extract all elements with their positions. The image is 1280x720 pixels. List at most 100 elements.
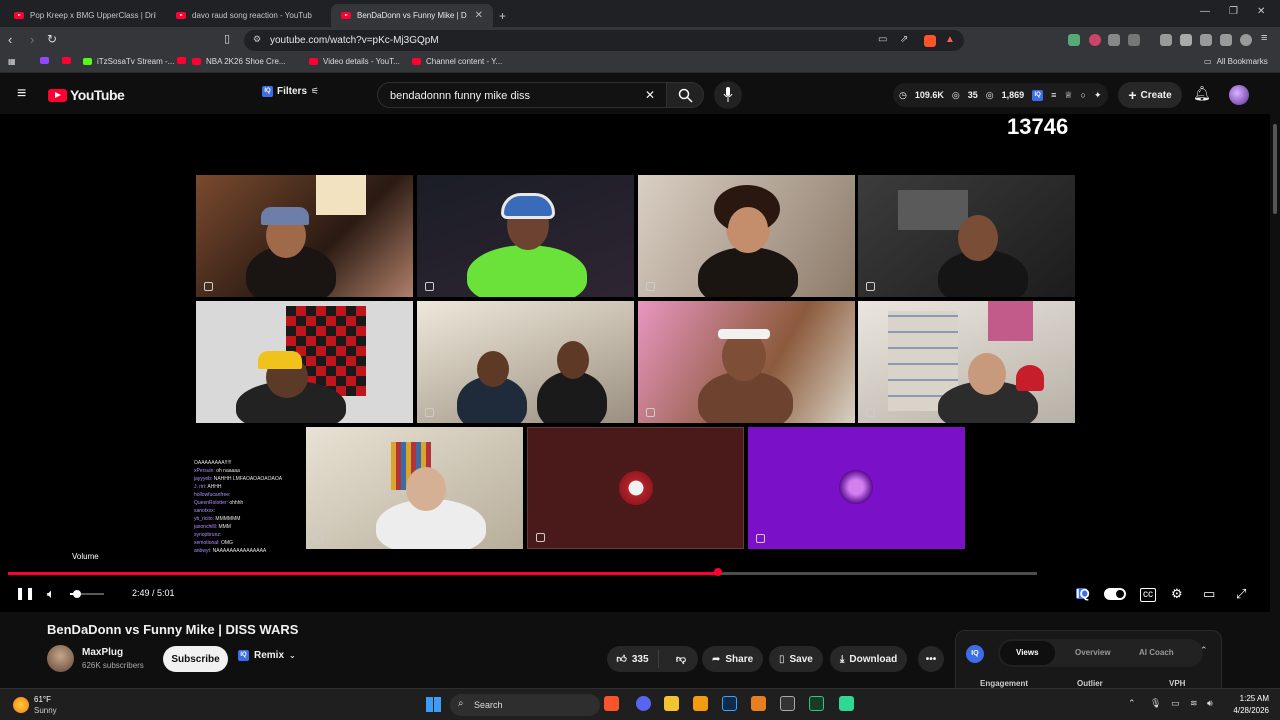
fullscreen-icon[interactable]: ⤢ [1236, 586, 1246, 602]
apps-grid-icon[interactable]: ▦ [8, 57, 16, 66]
browser-tab-1[interactable]: Pop Kreep x BMG UpperClass | Drill M [4, 4, 166, 27]
photoshop-icon[interactable] [722, 696, 737, 711]
app-taskbar-icon[interactable] [751, 696, 766, 711]
menu-icon[interactable]: ≡ [1261, 32, 1267, 44]
volume-slider[interactable] [70, 590, 104, 598]
taskbar-search[interactable]: ⌕ Search [450, 694, 600, 716]
page-scrollbar[interactable] [1270, 114, 1280, 688]
wallet-icon[interactable] [1200, 34, 1212, 46]
app-taskbar-icon[interactable] [780, 696, 795, 711]
all-bookmarks[interactable]: ▭ All Bookmarks [1204, 57, 1268, 66]
notifications-bell-icon[interactable]: 🔔︎ [1193, 85, 1211, 102]
youtube-logo[interactable]: YouTube [48, 87, 125, 103]
browser-tab-active[interactable]: BenDaDonn vs Funny Mike | D ✕ [331, 4, 493, 27]
extension-icon[interactable] [1089, 34, 1101, 46]
remix-button[interactable]: IQ Remix ⌄ [238, 650, 296, 661]
app-taskbar-icon[interactable] [693, 696, 708, 711]
hamburger-menu-icon[interactable]: ≡ [17, 85, 26, 103]
sidebar-icon[interactable] [1180, 34, 1192, 46]
browser-tab-2[interactable]: davo raud song reaction - YouTub [166, 4, 331, 27]
autoplay-toggle[interactable] [1104, 588, 1126, 600]
extension-icon[interactable] [1068, 34, 1080, 46]
brave-taskbar-icon[interactable] [604, 696, 619, 711]
bookmark-item[interactable]: Channel content - Y... [412, 57, 502, 66]
create-button[interactable]: + Create [1118, 82, 1182, 108]
reload-icon[interactable]: ↻ [47, 32, 57, 46]
downloads-icon[interactable] [1220, 34, 1232, 46]
youtube-favicon-icon [14, 12, 24, 19]
youtube-bookmark-icon[interactable] [62, 57, 71, 64]
bookmark-page-icon[interactable]: ▯ [224, 32, 230, 45]
share-button[interactable]: ➦ Share [702, 646, 764, 672]
share-page-icon[interactable]: ⇗ [900, 34, 908, 45]
vidiq-player-icon[interactable]: IQ [1076, 587, 1090, 600]
media-controls-icon[interactable] [1160, 34, 1172, 46]
minimize-icon[interactable]: — [1200, 6, 1210, 17]
more-actions-button[interactable]: ••• [918, 646, 944, 672]
windows-start-icon[interactable] [426, 697, 441, 712]
account-avatar[interactable] [1229, 85, 1249, 105]
tab-ai-coach[interactable]: AI Coach [1139, 648, 1174, 657]
close-window-icon[interactable]: ✕ [1257, 6, 1265, 17]
weather-temperature[interactable]: 61°F [34, 695, 51, 704]
bookmark-item[interactable]: Video details - YouT... [309, 57, 400, 66]
weather-description[interactable]: Sunny [34, 706, 57, 715]
twitch-bookmark-icon[interactable] [40, 57, 49, 64]
clear-search-icon[interactable]: ✕ [645, 88, 655, 102]
like-button[interactable]: 👍︎ 335 [607, 650, 659, 668]
captions-icon[interactable]: cc [1140, 588, 1156, 602]
tray-chevron-icon[interactable]: ⌃ [1128, 698, 1136, 709]
subscribe-button[interactable]: Subscribe [163, 646, 228, 672]
extensions-puzzle-icon[interactable] [1108, 34, 1120, 46]
weather-sun-icon[interactable] [13, 697, 29, 713]
forward-icon[interactable]: › [30, 32, 34, 47]
clock-time[interactable]: 1:25 AM [1235, 694, 1269, 703]
app-taskbar-icon[interactable] [809, 696, 824, 711]
extension-icon[interactable] [1128, 34, 1140, 46]
filters-button[interactable]: IQ Filters ⚟ [262, 86, 319, 97]
progress-scrubber[interactable] [714, 568, 722, 576]
vidiq-stats-bar[interactable]: ◷ 109.6K ◎ 35 ◎ 1,869 IQ ≡ ♕ ○ ✦ [893, 83, 1108, 107]
site-info-icon[interactable]: ⚙ [253, 34, 261, 45]
brave-shield-icon[interactable] [924, 35, 936, 47]
back-icon[interactable]: ‹ [8, 32, 12, 47]
new-tab-button[interactable]: + [495, 4, 515, 27]
search-button[interactable] [666, 82, 704, 108]
cast-icon[interactable]: ▭ [878, 34, 887, 45]
maximize-icon[interactable]: ❐ [1229, 6, 1238, 17]
brave-rewards-icon[interactable]: ▲ [945, 34, 955, 45]
search-input[interactable]: bendadonnn funny mike diss ✕ [377, 82, 667, 108]
discord-taskbar-icon[interactable] [636, 696, 651, 711]
volume-knob[interactable] [73, 590, 82, 598]
save-button[interactable]: ▯ Save [769, 646, 823, 672]
channel-name[interactable]: MaxPlug [82, 647, 123, 658]
file-explorer-icon[interactable] [664, 696, 679, 711]
network-icon[interactable]: ▭ [1171, 698, 1180, 709]
vpn-icon[interactable] [1240, 34, 1252, 46]
scrollbar-thumb[interactable] [1273, 124, 1277, 214]
address-bar[interactable]: ⚙ youtube.com/watch?v=pKc-Mj3GQpM ▭ ⇗ ▲ [244, 30, 964, 51]
bookmark-item[interactable]: iTzSosaTv Stream -... [83, 57, 174, 66]
collapse-icon[interactable]: ⌃ [1200, 645, 1208, 656]
app-taskbar-icon[interactable] [839, 696, 854, 711]
tab-overview[interactable]: Overview [1075, 648, 1111, 657]
microphone-tray-icon[interactable]: 🎙︎ [1150, 698, 1161, 709]
tab-views[interactable]: Views [1000, 641, 1055, 665]
bookmark-item[interactable]: NBA 2K26 Shoe Cre... [192, 57, 286, 66]
close-tab-icon[interactable]: ✕ [475, 10, 483, 21]
pause-icon[interactable]: ❚❚ [15, 586, 35, 600]
video-player[interactable]: 13746 OAAAAAAAA!!!!! xPersuin: oh naaaaa… [0, 114, 1270, 612]
wifi-icon[interactable]: ≋ [1190, 698, 1198, 709]
volume-icon[interactable]: 🔈︎ [47, 586, 55, 602]
dislike-button[interactable]: 👎︎ [664, 653, 698, 665]
settings-gear-icon[interactable]: ⚙ [1171, 586, 1183, 602]
youtube-bookmark-icon[interactable] [177, 57, 186, 64]
speaker-tray-icon[interactable]: 🔊︎ [1207, 698, 1213, 709]
clock-date[interactable]: 4/28/2026 [1225, 706, 1269, 715]
chat-message: xPersuin: oh naaaaa [194, 468, 240, 474]
channel-avatar[interactable] [47, 645, 74, 672]
download-button[interactable]: ⤓ Download [830, 646, 908, 672]
voice-search-button[interactable] [714, 81, 742, 109]
progress-bar[interactable] [8, 568, 1037, 576]
theater-mode-icon[interactable]: ▭ [1203, 586, 1215, 602]
